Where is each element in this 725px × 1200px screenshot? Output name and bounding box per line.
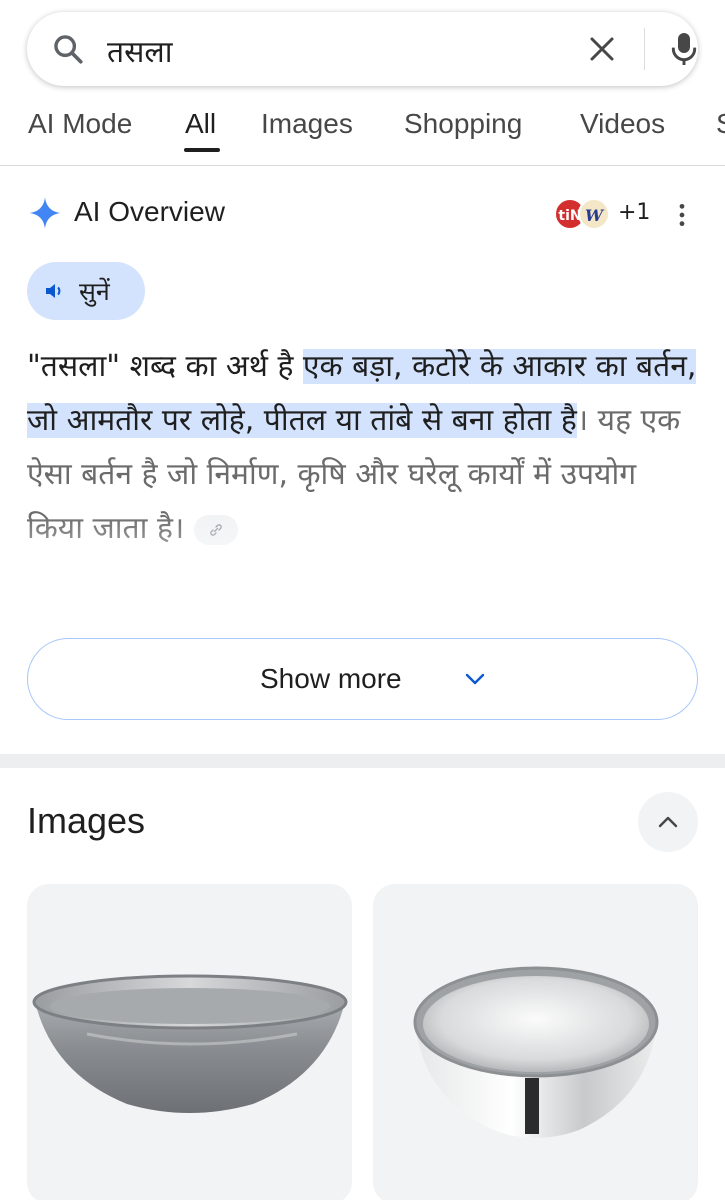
speaker-icon bbox=[46, 284, 61, 298]
source-icons[interactable]: tiN W bbox=[554, 198, 614, 230]
listen-button[interactable]: सुनें bbox=[27, 262, 145, 320]
microphone-icon[interactable] bbox=[668, 30, 700, 68]
tab-more[interactable]: S bbox=[716, 108, 725, 140]
source-count[interactable]: +1 bbox=[618, 200, 650, 225]
steel-bowl-image bbox=[413, 966, 659, 1138]
answer-text: "तसला" शब्द का अर्थ है bbox=[27, 349, 303, 384]
tab-shopping[interactable]: Shopping bbox=[404, 108, 522, 140]
ai-overview-header: AI Overview tiN W +1 bbox=[28, 192, 698, 238]
tab-images[interactable]: Images bbox=[261, 108, 353, 140]
search-tabs: AI Mode All Images Shopping Videos S bbox=[0, 98, 725, 166]
clear-icon[interactable] bbox=[587, 34, 617, 64]
ai-sparkle-icon bbox=[29, 197, 61, 229]
chevron-up-icon bbox=[658, 816, 678, 828]
search-divider bbox=[644, 28, 645, 70]
aluminium-tasla-image bbox=[32, 974, 348, 1113]
search-icon[interactable] bbox=[51, 32, 85, 66]
more-options-icon[interactable] bbox=[676, 202, 688, 228]
search-bar[interactable]: तसला bbox=[27, 12, 698, 86]
section-divider bbox=[0, 754, 725, 768]
active-tab-indicator bbox=[184, 148, 220, 152]
collapse-section-button[interactable] bbox=[638, 792, 698, 852]
search-input[interactable]: तसला bbox=[107, 30, 173, 71]
images-section-title: Images bbox=[27, 800, 146, 841]
text-fade-overlay bbox=[0, 515, 725, 605]
ai-overview-title: AI Overview bbox=[74, 196, 225, 227]
image-result-card[interactable] bbox=[373, 884, 698, 1200]
tab-all[interactable]: All bbox=[185, 108, 216, 140]
show-more-label: Show more bbox=[260, 663, 402, 694]
tab-videos[interactable]: Videos bbox=[580, 108, 665, 140]
source-logo-icon[interactable]: W bbox=[578, 198, 610, 230]
tab-ai-mode[interactable]: AI Mode bbox=[28, 108, 132, 140]
show-more-button[interactable]: Show more bbox=[27, 638, 698, 720]
image-result-card[interactable] bbox=[27, 884, 352, 1200]
chevron-down-icon bbox=[465, 673, 485, 685]
listen-label: सुनें bbox=[79, 277, 110, 306]
